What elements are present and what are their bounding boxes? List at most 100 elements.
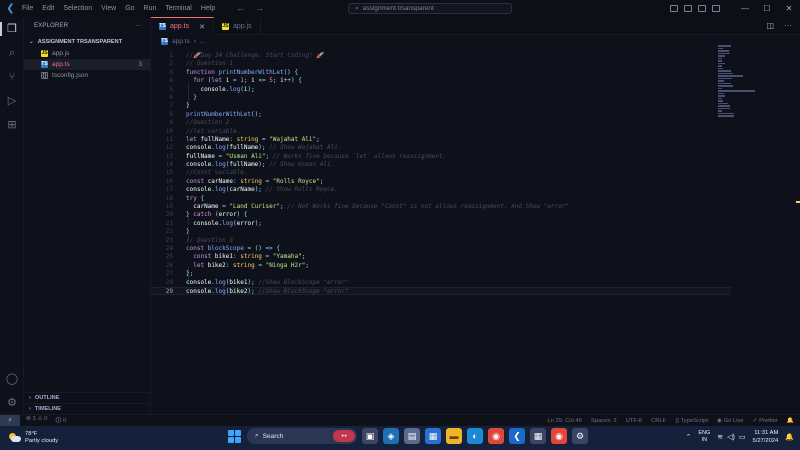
code-line[interactable]: 24 const blockScope = () => { [151,245,731,253]
clock[interactable]: 11:31 AM 5/27/2024 [752,429,778,445]
file-item-tsconfig-json[interactable]: {} tsconfig.json [24,70,150,81]
tray-icons[interactable]: ≋ ◁) ▭ [717,433,745,441]
code-line[interactable]: 17 console.log(carName); // Show Rolls Ro… [151,186,731,194]
more-actions-icon[interactable]: ··· [135,23,142,29]
taskbar-search[interactable]: ⌕ Search ◕◕ [247,428,357,444]
code-line[interactable]: 25 const bike1: string = "Yamaha"; [151,253,731,261]
customize-layout-icon[interactable] [712,5,720,12]
code-line[interactable]: 28 console.log(bike1); //Show BlockScope … [151,279,731,287]
code-line[interactable]: 12 console.log(fullName); // Show Wajahat… [151,144,731,152]
tab-app-ts[interactable]: TS app.ts ✕ [151,17,214,35]
teams-chat-icon[interactable]: ▤ [404,428,420,444]
search-icon: ⌕ [255,432,259,439]
code-line[interactable]: 1 //🚀Day 34 Challenge: Start Coding! 🚀 [151,52,731,60]
code-line[interactable]: 19 carName = "Land Curiser"; // Not Work… [151,203,731,211]
code-line[interactable]: 22} [151,228,731,236]
language-mode[interactable]: {} TypeScript [675,418,708,424]
breadcrumb[interactable]: TS app.ts › ... [151,35,800,47]
source-control-icon[interactable]: ⑂ [5,70,19,84]
code-line[interactable]: 29 console.log(bike2); //Show BlockScope … [151,286,731,296]
code-line[interactable]: 2 // Question 1 [151,60,731,68]
explorer-icon[interactable]: ❐ [5,22,19,36]
vscode-app-icon[interactable]: ❮ [509,428,525,444]
split-editor-icon[interactable]: ◫ [766,21,774,30]
code-line[interactable]: 15 //Const variable. [151,169,731,177]
end-of-line[interactable]: CRLF [651,418,666,424]
minimize-icon[interactable]: — [734,4,756,13]
edge-browser-icon[interactable]: ◐ [467,428,483,444]
toggle-panel-icon[interactable] [684,5,692,12]
code-line[interactable]: 9 //Question 2 [151,119,731,127]
code-line[interactable]: 20} catch (error) { [151,211,731,219]
menu-edit[interactable]: Edit [42,5,54,12]
code-line[interactable]: 4 for (let i = 1; i <= 5; i++) { [151,77,731,85]
menu-run[interactable]: Run [144,5,157,12]
code-line[interactable]: 26 let bike2: string = "Ninga H2r"; [151,262,731,270]
remote-indicator-icon[interactable]: ⚡ [0,414,20,427]
extensions-icon[interactable]: ⊞ [5,118,19,132]
start-windows-icon[interactable] [226,428,242,444]
outline-section[interactable]: › OUTLINE [24,392,150,403]
maximize-icon[interactable]: ☐ [756,4,778,13]
toggle-secondary-sidebar-icon[interactable] [698,5,706,12]
run-debug-icon[interactable]: ▷ [5,94,19,108]
settings-gear-icon[interactable]: ⚙ [5,396,19,410]
settings-app-icon[interactable]: ⚙ [572,428,588,444]
chrome-browser-icon[interactable]: ◉ [488,428,504,444]
menu-help[interactable]: Help [201,5,215,12]
indentation[interactable]: Spaces: 2 [591,418,617,424]
code-line[interactable]: 13 fullName = "Usman Ali"; // Works fine … [151,153,731,161]
code-line[interactable]: 23 // Question 3 [151,237,731,245]
code-line[interactable]: 11 let fullName: string = "Wajahat Ali"; [151,136,731,144]
info-indicator[interactable]: 🛈 0 [55,416,66,426]
code-line[interactable]: 27}; [151,270,731,278]
weather-widget[interactable]: 78°F Partly cloudy [8,431,98,445]
search-icon[interactable]: ⌕ [5,46,19,60]
language-indicator[interactable]: ENG IN [698,430,710,444]
menu-go[interactable]: Go [125,5,134,12]
widgets-icon[interactable]: ◈ [383,428,399,444]
prettier-status[interactable]: ✓ Prettier [753,418,778,424]
code-line[interactable]: 7} [151,102,731,110]
calendar-app-icon[interactable]: ▦ [425,428,441,444]
forward-arrow-icon[interactable]: → [255,3,264,13]
account-icon[interactable]: ◯ [5,372,19,386]
close-tab-icon[interactable]: ✕ [199,23,205,31]
notification-icon[interactable]: 🔔 [785,433,794,441]
command-center-search[interactable]: ⌕ assignment trsansparent [348,3,512,14]
go-live-button[interactable]: ◉ Go Live [717,418,744,424]
show-hidden-icons-icon[interactable]: ⌃ [685,433,691,441]
toggle-sidebar-icon[interactable] [670,5,678,12]
cursor-position[interactable]: Ln 29, Col 46 [547,418,581,424]
task-view-icon[interactable]: ▣ [362,428,378,444]
code-line[interactable]: 6 } [151,94,731,102]
minimap[interactable] [718,45,762,117]
code-line[interactable]: 21 console.log(error); [151,220,731,228]
code-line[interactable]: 18 try { [151,195,731,203]
menu-terminal[interactable]: Terminal [165,5,191,12]
menu-view[interactable]: View [101,5,116,12]
close-icon[interactable]: ✕ [778,4,800,13]
code-line[interactable]: 3 function printNumberWithLet() { [151,69,731,77]
calculator-icon[interactable]: ▦ [530,428,546,444]
code-line[interactable]: 5 console.log(i); [151,86,731,94]
code-line[interactable]: 14 console.log(fullName); // Show Usman A… [151,161,731,169]
more-actions-icon[interactable]: ··· [784,21,792,30]
encoding[interactable]: UTF-8 [626,418,642,424]
file-explorer-icon[interactable]: ▬ [446,428,462,444]
code-editor[interactable]: 1 //🚀Day 34 Challenge: Start Coding! 🚀 2 //… [151,52,731,296]
back-arrow-icon[interactable]: ← [236,3,245,13]
tab-app-js[interactable]: JS app.js [214,17,261,35]
file-item-app-ts[interactable]: TS app.ts 3 [24,59,150,70]
code-line[interactable]: 8 printNumberWithLet(); [151,111,731,119]
code-line[interactable]: 16 const carName: string = "Rolls Royce"; [151,178,731,186]
code-line[interactable]: 10 //let variable. [151,128,731,136]
workspace-folder[interactable]: ⌄ ASSIGNMENT TRSANSPARENT [24,35,150,48]
chrome-profile-icon[interactable]: ◉ [551,428,567,444]
problems-indicator[interactable]: ⊗ 3 ⚠ 0 [26,416,47,426]
menu-selection[interactable]: Selection [63,5,92,12]
notifications-bell-icon[interactable]: 🔔 [787,418,794,424]
file-item-app-js[interactable]: JS app.js [24,48,150,59]
timeline-section[interactable]: › TIMELINE [24,403,150,414]
menu-file[interactable]: File [22,5,33,12]
